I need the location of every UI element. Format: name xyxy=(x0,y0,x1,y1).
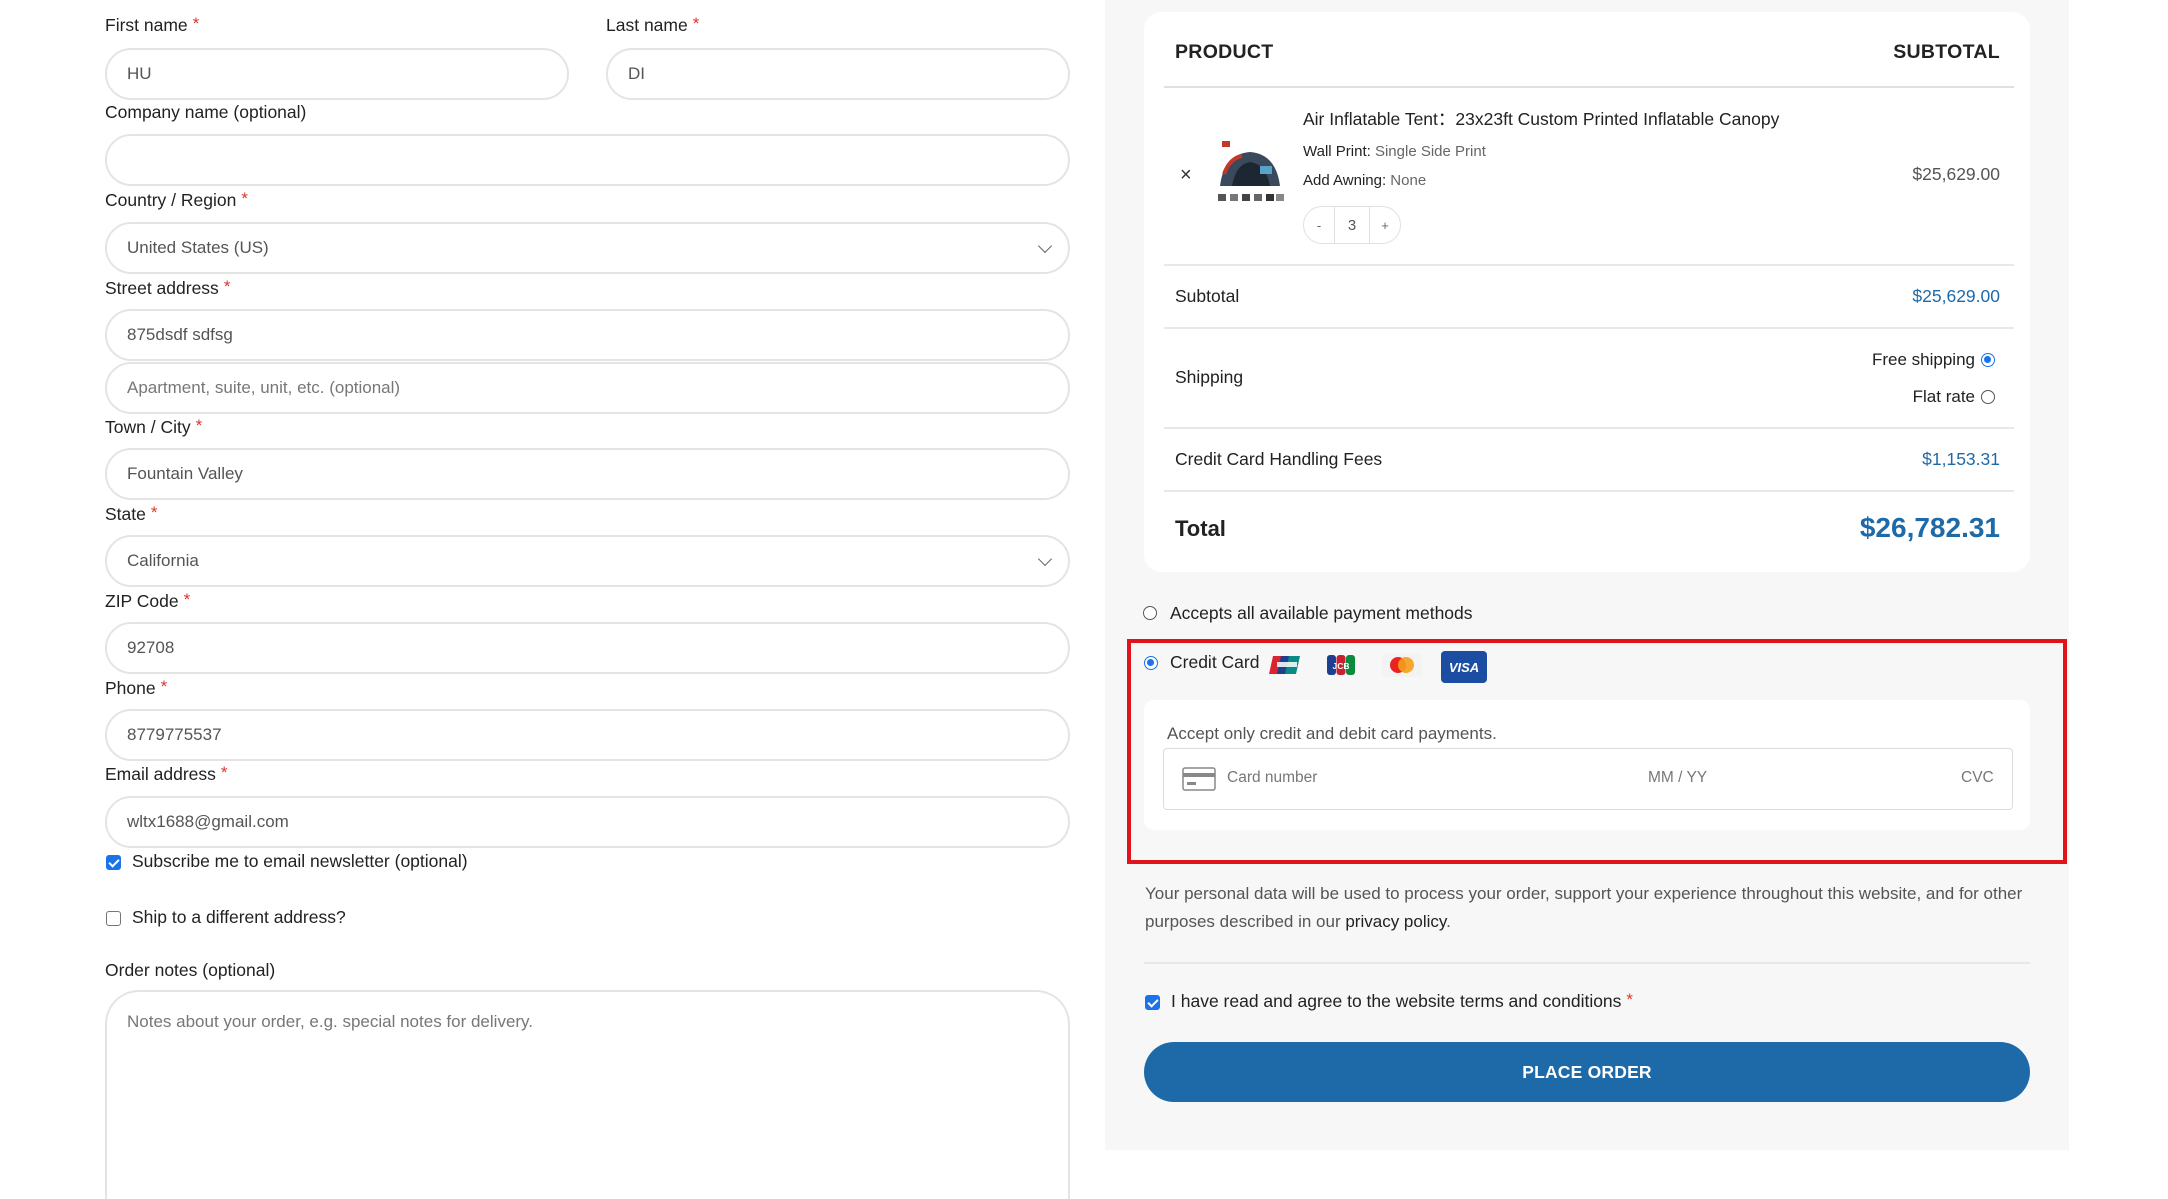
flat-rate-radio[interactable] xyxy=(1981,390,1995,404)
state-label: State * xyxy=(105,503,158,524)
all-methods-label: Accepts all available payment methods xyxy=(1170,603,1473,623)
card-cvc-input[interactable]: CVC xyxy=(1961,769,1994,787)
privacy-notice: Your personal data will be used to proce… xyxy=(1145,884,2023,931)
card-expiry-input[interactable]: MM / YY xyxy=(1648,769,1707,787)
city-label: Town / City * xyxy=(105,416,203,437)
row-divider xyxy=(1164,264,2014,266)
qty-increase-button[interactable]: + xyxy=(1370,207,1400,243)
card-number-input[interactable]: Card number xyxy=(1227,769,1317,787)
fees-label: Credit Card Handling Fees xyxy=(1175,449,1383,469)
chevron-down-icon xyxy=(1037,238,1053,254)
phone-label: Phone * xyxy=(105,677,168,698)
privacy-policy-link[interactable]: privacy policy xyxy=(1345,912,1446,931)
flat-rate-label: Flat rate xyxy=(1912,387,1975,406)
subtotal-label: Subtotal xyxy=(1175,286,1240,306)
all-methods-radio[interactable] xyxy=(1143,606,1157,620)
ship-different-checkbox[interactable] xyxy=(106,911,121,926)
total-value: $26,782.31 xyxy=(1859,512,2000,543)
street-address-field[interactable]: 875dsdf sdfsg xyxy=(105,309,1070,361)
quantity-stepper[interactable]: - 3 + xyxy=(1303,206,1401,244)
row-divider xyxy=(1164,427,2014,429)
svg-text:JCB: JCB xyxy=(1332,661,1349,671)
item-price: $25,629.00 xyxy=(1912,164,2000,184)
last-name-field[interactable]: DI xyxy=(606,48,1070,100)
first-name-label: First name * xyxy=(105,14,200,35)
place-order-button[interactable]: PLACE ORDER xyxy=(1144,1042,2030,1102)
shipping-label: Shipping xyxy=(1175,367,1244,387)
country-label: Country / Region * xyxy=(105,189,248,210)
terms-label: I have read and agree to the website ter… xyxy=(1171,990,1634,1011)
state-select[interactable]: California xyxy=(105,535,1070,587)
first-name-field[interactable]: HU xyxy=(105,48,569,100)
order-notes-textarea[interactable]: Notes about your order, e.g. special not… xyxy=(105,990,1070,1199)
subtotal-value: $25,629.00 xyxy=(1912,286,2000,306)
row-divider xyxy=(1164,327,2014,329)
visa-logo-icon: VISA xyxy=(1441,651,1487,683)
apartment-field[interactable]: Apartment, suite, unit, etc. (optional) xyxy=(105,362,1070,414)
zip-label: ZIP Code * xyxy=(105,590,191,611)
subscribe-label: Subscribe me to email newsletter (option… xyxy=(132,851,468,871)
email-label: Email address * xyxy=(105,763,228,784)
country-select[interactable]: United States (US) xyxy=(105,222,1070,274)
last-name-label: Last name * xyxy=(606,14,700,35)
free-shipping-label: Free shipping xyxy=(1871,350,1975,369)
order-notes-label: Order notes (optional) xyxy=(105,960,276,980)
ship-different-label: Ship to a different address? xyxy=(132,907,346,927)
awning-meta: Add Awning: None xyxy=(1303,172,1427,189)
product-title[interactable]: Air Inflatable Tent：23x23ft Custom Print… xyxy=(1303,106,1779,131)
subscribe-checkbox[interactable] xyxy=(106,855,121,870)
wall-print-meta: Wall Print: Single Side Print xyxy=(1303,143,1486,160)
credit-card-radio[interactable] xyxy=(1144,656,1158,670)
city-field[interactable]: Fountain Valley xyxy=(105,448,1070,500)
free-shipping-radio[interactable] xyxy=(1981,353,1995,367)
credit-card-label: Credit Card xyxy=(1170,652,1260,672)
unionpay-logo-icon xyxy=(1269,656,1300,674)
phone-field[interactable]: 8779775537 xyxy=(105,709,1070,761)
street-label: Street address * xyxy=(105,277,231,298)
jcb-logo-icon: JCB xyxy=(1327,655,1355,675)
email-field[interactable]: wltx1688@gmail.com xyxy=(105,796,1070,848)
zip-field[interactable]: 92708 xyxy=(105,622,1070,674)
company-label: Company name (optional) xyxy=(105,102,307,122)
remove-item-icon[interactable]: × xyxy=(1180,164,1192,187)
total-label: Total xyxy=(1175,516,1226,541)
credit-card-icon xyxy=(1182,767,1216,791)
chevron-down-icon xyxy=(1037,551,1053,567)
header-divider xyxy=(1164,86,2014,88)
fees-value: $1,153.31 xyxy=(1922,449,2000,469)
subtotal-column-header: SUBTOTAL xyxy=(1893,41,2000,63)
privacy-divider xyxy=(1144,962,2030,964)
zigzag-edge xyxy=(1105,1140,2069,1154)
credit-card-description: Accept only credit and debit card paymen… xyxy=(1167,724,1497,743)
company-field[interactable] xyxy=(105,134,1070,186)
row-divider xyxy=(1164,490,2014,492)
terms-checkbox[interactable] xyxy=(1145,995,1160,1010)
mastercard-logo-icon xyxy=(1382,653,1422,677)
product-thumbnail[interactable] xyxy=(1210,136,1288,214)
qty-value[interactable]: 3 xyxy=(1334,207,1370,243)
product-column-header: PRODUCT xyxy=(1175,41,1274,63)
qty-decrease-button[interactable]: - xyxy=(1304,207,1334,243)
